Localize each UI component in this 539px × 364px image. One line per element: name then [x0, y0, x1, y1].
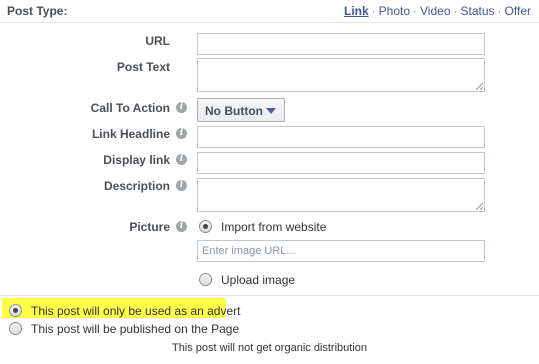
display-link-label: Display link	[103, 153, 170, 167]
import-from-website-label[interactable]: Import from website	[221, 220, 326, 234]
info-icon[interactable]: i	[176, 128, 187, 139]
post-type-video[interactable]: Video	[420, 4, 450, 18]
section-divider	[0, 295, 539, 296]
resize-handle-icon[interactable]	[476, 83, 483, 90]
separator-dot: ·	[371, 4, 376, 18]
picture-label: Picture	[129, 220, 170, 234]
link-headline-label: Link Headline	[91, 127, 170, 141]
chevron-down-icon	[266, 108, 276, 114]
publish-on-page-radio[interactable]	[9, 322, 22, 335]
post-text-label: Post Text	[116, 60, 170, 74]
post-type-tabs: Link · Photo · Video · Status · Offer	[344, 4, 531, 18]
import-from-website-radio[interactable]	[199, 220, 212, 233]
url-label: URL	[145, 34, 170, 48]
separator-dot: ·	[453, 4, 458, 18]
post-text-field[interactable]	[197, 58, 485, 92]
header-divider	[0, 22, 539, 23]
publish-on-page-label[interactable]: This post will be published on the Page	[31, 322, 239, 336]
post-type-offer[interactable]: Offer	[505, 4, 531, 18]
post-editor-panel: Post Type: Link · Photo · Video · Status · Offer…	[0, 0, 539, 364]
image-url-input[interactable]	[197, 240, 485, 262]
call-to-action-value: No Button	[205, 104, 263, 118]
info-icon[interactable]: i	[176, 180, 187, 191]
post-type-status[interactable]: Status	[461, 4, 495, 18]
separator-dot: ·	[413, 4, 418, 18]
post-type-link[interactable]: Link	[344, 4, 369, 18]
post-type-title: Post Type:	[7, 4, 68, 18]
resize-handle-icon[interactable]	[476, 203, 483, 210]
call-to-action-label: Call To Action	[90, 101, 170, 115]
organic-distribution-note: This post will not get organic distribut…	[171, 342, 368, 354]
upload-image-label[interactable]: Upload image	[221, 273, 295, 287]
upload-image-radio[interactable]	[199, 273, 212, 286]
advert-only-radio[interactable]	[9, 304, 22, 317]
post-type-photo[interactable]: Photo	[379, 4, 410, 18]
info-icon[interactable]: i	[176, 221, 187, 232]
separator-dot: ·	[497, 4, 502, 18]
info-icon[interactable]: i	[176, 154, 187, 165]
display-link-field[interactable]	[197, 152, 485, 174]
info-icon[interactable]: i	[176, 102, 187, 113]
link-headline-field[interactable]	[197, 126, 485, 148]
advert-only-label[interactable]: This post will only be used as an advert	[31, 304, 240, 318]
description-field[interactable]	[197, 178, 485, 212]
call-to-action-dropdown[interactable]: No Button	[197, 98, 285, 122]
url-field[interactable]	[197, 33, 485, 55]
description-label: Description	[103, 179, 170, 193]
